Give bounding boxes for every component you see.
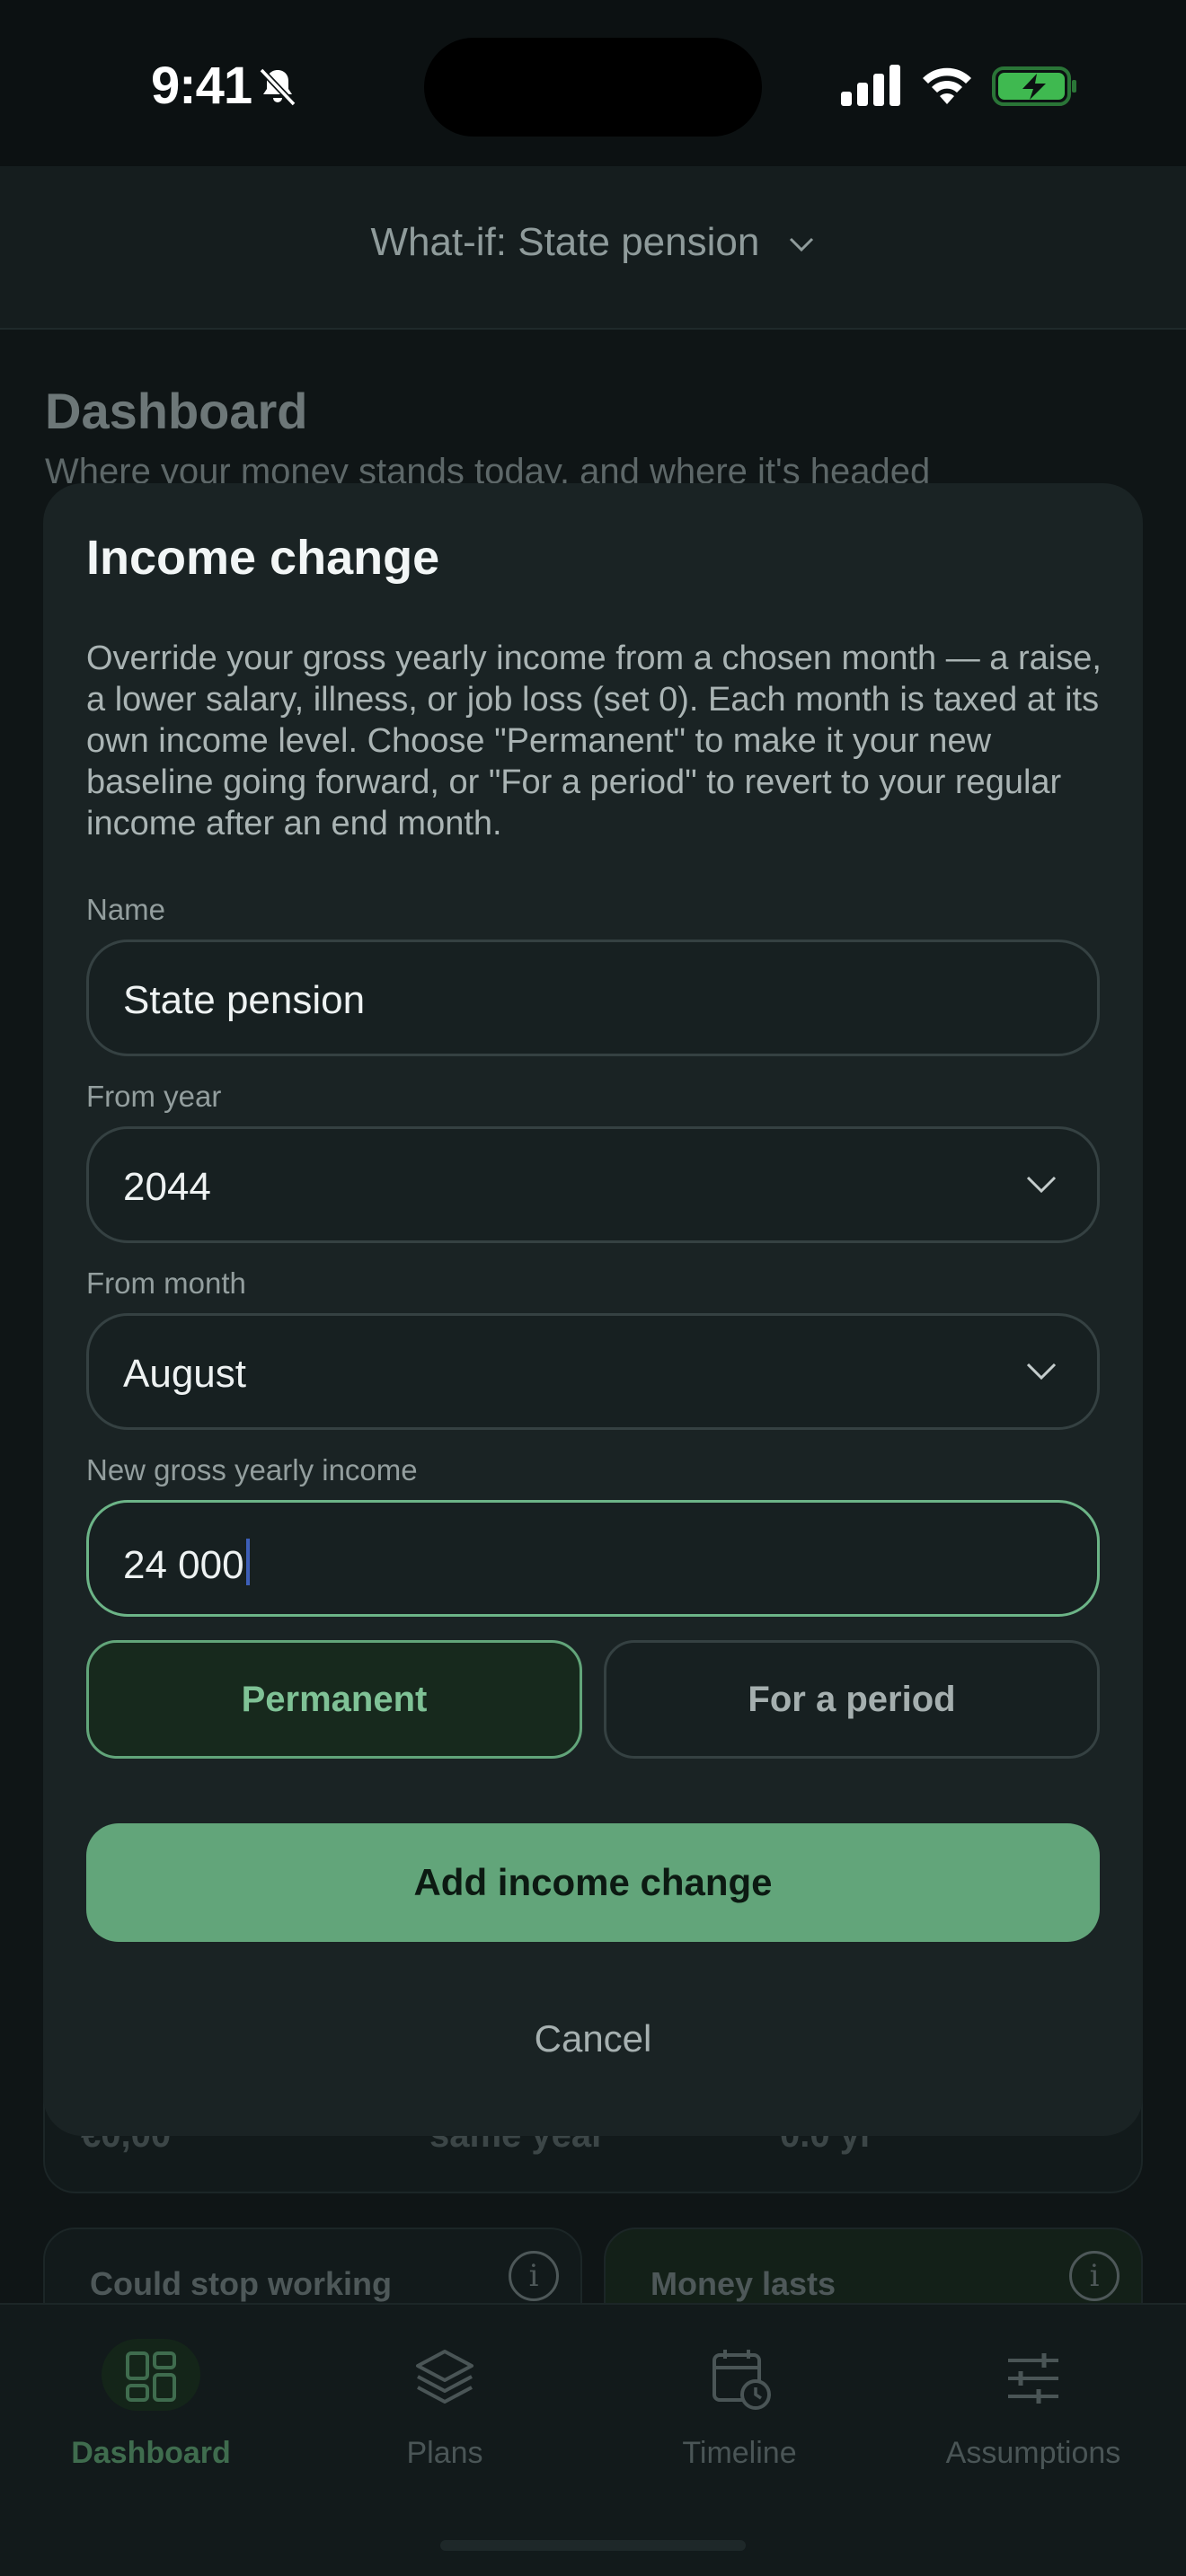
tab-bar: Dashboard Plans Timeline Assumptions [0, 2303, 1186, 2576]
chevron-down-icon [1026, 1363, 1057, 1381]
battery-charging-icon [992, 66, 1076, 106]
from-year-select[interactable]: 2044 [86, 1126, 1100, 1243]
from-month-select[interactable]: August [86, 1313, 1100, 1430]
tab-label: Dashboard [71, 2436, 231, 2470]
app-header: What-if: State pension [0, 166, 1186, 330]
for-a-period-option[interactable]: For a period [604, 1640, 1100, 1759]
tab-label: Assumptions [945, 2436, 1121, 2470]
status-bar: 9:41 [0, 0, 1186, 166]
name-label: Name [86, 893, 166, 926]
name-field[interactable]: State pension [86, 940, 1100, 1056]
name-value: State pension [123, 978, 366, 1022]
wifi-icon [923, 67, 971, 104]
from-month-label: From month [86, 1266, 246, 1300]
income-label: New gross yearly income [86, 1453, 418, 1486]
tab-dashboard[interactable]: Dashboard [3, 2305, 299, 2502]
from-month-value: August [123, 1352, 246, 1396]
income-input[interactable]: 24 000 [86, 1500, 1100, 1617]
grid-icon [126, 2351, 176, 2402]
scenario-label: What-if: State pension [370, 220, 760, 264]
page-title: Dashboard [45, 383, 308, 439]
dynamic-island [424, 38, 762, 137]
stat-card-label: Money lasts [651, 2265, 836, 2302]
tab-label: Plans [406, 2436, 483, 2470]
info-icon[interactable]: i [509, 2251, 559, 2301]
sliders-icon [1008, 2353, 1058, 2404]
info-icon[interactable]: i [1069, 2251, 1120, 2301]
home-indicator [440, 2540, 746, 2551]
income-change-modal: Income change Override your gross yearly… [43, 483, 1143, 2136]
from-year-label: From year [86, 1080, 222, 1113]
tab-timeline[interactable]: Timeline [591, 2305, 888, 2502]
status-time: 9:41 [151, 57, 252, 115]
tab-label: Timeline [682, 2436, 797, 2470]
chevron-down-icon [789, 238, 813, 252]
calendar-clock-icon [712, 2350, 771, 2410]
income-value: 24 000 [123, 1543, 244, 1587]
cancel-button[interactable]: Cancel [86, 2003, 1100, 2075]
tab-plans[interactable]: Plans [296, 2305, 593, 2502]
stat-card-label: Could stop working [90, 2265, 392, 2302]
chevron-down-icon [1026, 1176, 1057, 1194]
layers-icon [416, 2350, 474, 2404]
cellular-signal-icon [841, 65, 900, 106]
add-income-change-button[interactable]: Add income change [86, 1823, 1100, 1942]
modal-description: Override your gross yearly income from a… [86, 640, 1102, 842]
text-caret [245, 1539, 250, 1585]
permanent-option[interactable]: Permanent [86, 1640, 582, 1759]
bell-slash-icon [259, 67, 296, 107]
tab-assumptions[interactable]: Assumptions [885, 2305, 1182, 2502]
scenario-selector[interactable]: What-if: State pension [0, 220, 1186, 265]
modal-title: Income change [86, 531, 440, 585]
from-year-value: 2044 [123, 1165, 211, 1209]
